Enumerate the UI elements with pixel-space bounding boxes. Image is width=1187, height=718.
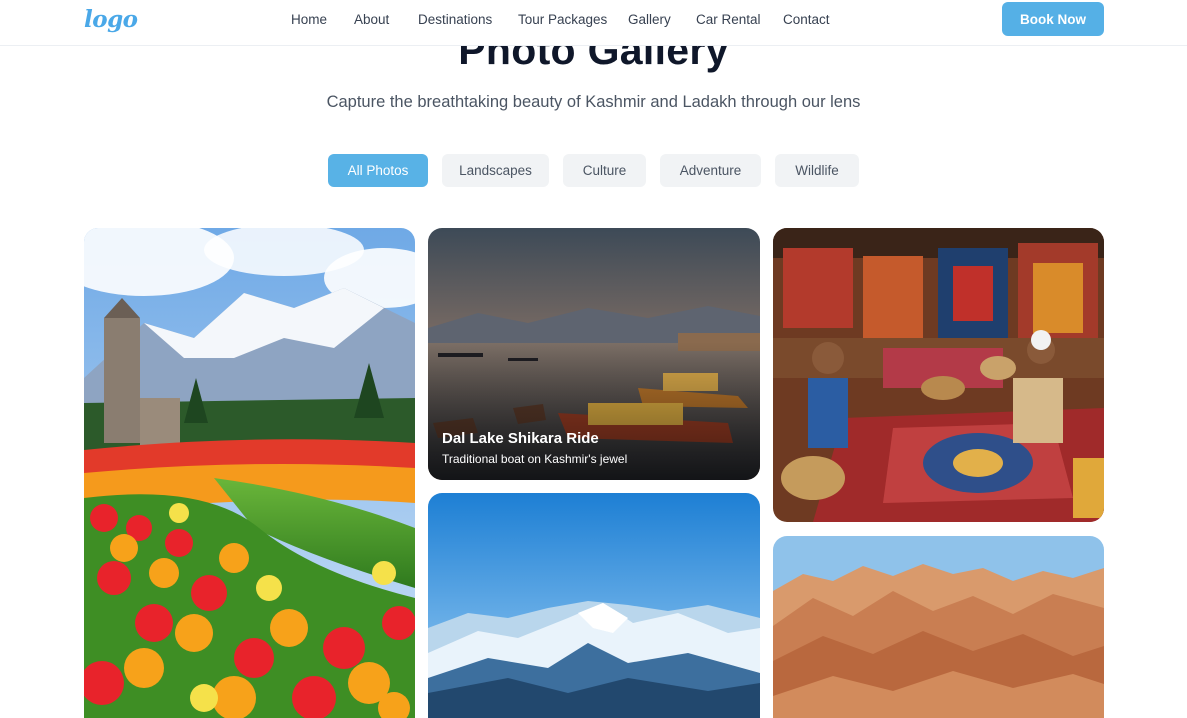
- nav-link-gallery[interactable]: Gallery: [628, 12, 671, 27]
- book-now-button[interactable]: Book Now: [1002, 2, 1104, 36]
- gallery-photo-snow-mountains[interactable]: [428, 493, 760, 718]
- caption-subtitle: Traditional boat on Kashmir's jewel: [442, 452, 628, 466]
- snow-mountains-image: [428, 493, 760, 718]
- nav-link-destinations[interactable]: Destinations: [418, 12, 492, 27]
- filter-adventure[interactable]: Adventure: [660, 154, 761, 187]
- navbar: logo Home About Destinations Tour Packag…: [0, 0, 1187, 46]
- tulip-garden-image: [84, 228, 415, 718]
- filter-landscapes[interactable]: Landscapes: [442, 154, 549, 187]
- photo-caption: Dal Lake Shikara Ride Traditional boat o…: [442, 430, 627, 466]
- gallery-photo-ladakh-mountains[interactable]: [773, 536, 1104, 718]
- nav-link-contact[interactable]: Contact: [783, 12, 830, 27]
- nav-link-tour-packages[interactable]: Tour Packages: [518, 12, 607, 27]
- gallery-photo-carpet-market[interactable]: [773, 228, 1104, 522]
- nav-link-about[interactable]: About: [354, 12, 389, 27]
- nav-link-home[interactable]: Home: [291, 12, 327, 27]
- ladakh-mountains-image: [773, 536, 1104, 718]
- filter-all-photos[interactable]: All Photos: [328, 154, 428, 187]
- gallery-photo-dal-lake[interactable]: Dal Lake Shikara Ride Traditional boat o…: [428, 228, 760, 480]
- gallery-photo-tulip-garden[interactable]: [84, 228, 415, 718]
- carpet-market-image: [773, 228, 1104, 522]
- nav-link-car-rental[interactable]: Car Rental: [696, 12, 761, 27]
- filter-wildlife[interactable]: Wildlife: [775, 154, 859, 187]
- logo[interactable]: logo: [84, 6, 138, 33]
- page-subtitle: Capture the breathtaking beauty of Kashm…: [326, 93, 861, 111]
- caption-title: Dal Lake Shikara Ride: [442, 430, 599, 447]
- filter-culture[interactable]: Culture: [563, 154, 646, 187]
